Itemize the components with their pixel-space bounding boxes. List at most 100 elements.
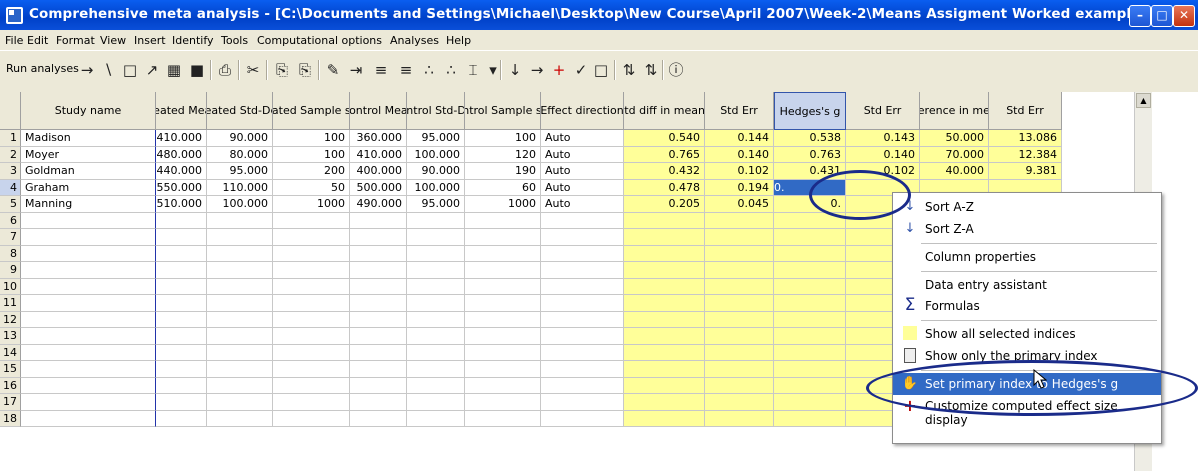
empty-cell[interactable]: [465, 361, 541, 378]
menu-help[interactable]: Help: [446, 34, 471, 47]
empty-cell[interactable]: [705, 311, 774, 328]
empty-cell[interactable]: [207, 328, 273, 345]
row-number[interactable]: 11: [0, 295, 21, 312]
empty-cell[interactable]: [156, 394, 207, 411]
row-number[interactable]: 6: [0, 212, 21, 229]
table-cell-control-mean[interactable]: 410.000: [350, 146, 407, 163]
column-header-control-sample-size[interactable]: Control Sample size: [465, 92, 541, 130]
empty-cell[interactable]: [774, 344, 846, 361]
empty-cell[interactable]: [350, 229, 407, 246]
empty-cell[interactable]: [207, 262, 273, 279]
column-header-treated-mean[interactable]: Treated Mean: [156, 92, 207, 130]
empty-cell[interactable]: [465, 328, 541, 345]
table-cell-treated-mean[interactable]: 440.000: [156, 163, 207, 180]
empty-cell[interactable]: [156, 262, 207, 279]
close-button[interactable]: ✕: [1173, 5, 1195, 27]
empty-cell[interactable]: [207, 212, 273, 229]
empty-cell[interactable]: [207, 311, 273, 328]
table-cell-std-err[interactable]: 13.086: [989, 130, 1062, 147]
table-cell-study-name[interactable]: Graham: [21, 179, 156, 196]
row-number[interactable]: 2: [0, 146, 21, 163]
empty-cell[interactable]: [774, 212, 846, 229]
menu-analyses[interactable]: Analyses: [390, 34, 439, 47]
column-header-effect-direction[interactable]: Effect direction: [541, 92, 624, 130]
check-icon[interactable]: ✓: [570, 59, 592, 81]
table-cell-control-mean[interactable]: 400.000: [350, 163, 407, 180]
table-cell-effect-direction[interactable]: Auto: [541, 130, 624, 147]
empty-cell[interactable]: [156, 212, 207, 229]
empty-cell[interactable]: [21, 245, 156, 262]
empty-cell[interactable]: [624, 311, 705, 328]
menu-item-set-primary-index[interactable]: ✋ Set primary index to Hedges's g: [893, 373, 1161, 395]
empty-cell[interactable]: [774, 245, 846, 262]
column-header-std-err[interactable]: Std Err: [989, 92, 1062, 130]
empty-cell[interactable]: [156, 410, 207, 427]
empty-cell[interactable]: [350, 394, 407, 411]
empty-cell[interactable]: [465, 295, 541, 312]
column-header-treated-std-dev[interactable]: Treated Std-Dev: [207, 92, 273, 130]
empty-cell[interactable]: [273, 278, 350, 295]
empty-cell[interactable]: [207, 278, 273, 295]
empty-cell[interactable]: [465, 229, 541, 246]
empty-cell[interactable]: [624, 262, 705, 279]
empty-cell[interactable]: [207, 295, 273, 312]
table-cell-std-err[interactable]: 0.143: [846, 130, 920, 147]
empty-cell[interactable]: [207, 410, 273, 427]
empty-cell[interactable]: [541, 394, 624, 411]
empty-cell[interactable]: [541, 311, 624, 328]
empty-cell[interactable]: [774, 311, 846, 328]
table-cell-difference-in-means[interactable]: 50.000: [920, 130, 989, 147]
empty-cell[interactable]: [273, 212, 350, 229]
empty-cell[interactable]: [774, 229, 846, 246]
row-number[interactable]: 16: [0, 377, 21, 394]
empty-cell[interactable]: [21, 410, 156, 427]
column-header-std-diff-in-means[interactable]: Std diff in means: [624, 92, 705, 130]
empty-cell[interactable]: [207, 344, 273, 361]
empty-cell[interactable]: [624, 278, 705, 295]
empty-cell[interactable]: [705, 212, 774, 229]
empty-cell[interactable]: [156, 229, 207, 246]
empty-cell[interactable]: [774, 328, 846, 345]
table-cell-std-err[interactable]: 0.102: [846, 163, 920, 180]
empty-cell[interactable]: [273, 311, 350, 328]
empty-cell[interactable]: [465, 344, 541, 361]
empty-cell[interactable]: [350, 212, 407, 229]
table-cell-control-sample-size[interactable]: 100: [465, 130, 541, 147]
empty-cell[interactable]: [705, 361, 774, 378]
empty-cell[interactable]: [207, 377, 273, 394]
empty-cell[interactable]: [207, 245, 273, 262]
empty-cell[interactable]: [407, 245, 465, 262]
menu-file[interactable]: File: [5, 34, 23, 47]
menu-item-show-all-selected-indices[interactable]: Show all selected indices: [893, 323, 1161, 345]
empty-cell[interactable]: [541, 229, 624, 246]
table-cell-study-name[interactable]: Goldman: [21, 163, 156, 180]
table-cell-std-err[interactable]: 9.381: [989, 163, 1062, 180]
table-cell-hedges-g[interactable]: 0.: [774, 179, 846, 196]
empty-cell[interactable]: [774, 361, 846, 378]
table-cell-control-sample-size[interactable]: 60: [465, 179, 541, 196]
table-cell-treated-sample-size[interactable]: 200: [273, 163, 350, 180]
table-cell-hedges-g[interactable]: 0.: [774, 196, 846, 213]
empty-cell[interactable]: [21, 344, 156, 361]
table-cell-treated-mean[interactable]: 510.000: [156, 196, 207, 213]
empty-cell[interactable]: [407, 361, 465, 378]
sort-descending-icon[interactable]: ⇅: [640, 59, 662, 81]
table-cell-std-err[interactable]: 0.045: [705, 196, 774, 213]
table-cell-treated-std-dev[interactable]: 110.000: [207, 179, 273, 196]
empty-cell[interactable]: [465, 245, 541, 262]
menu-item-show-only-primary-index[interactable]: Show only the primary index: [893, 345, 1161, 367]
empty-cell[interactable]: [705, 229, 774, 246]
empty-cell[interactable]: [705, 328, 774, 345]
empty-cell[interactable]: [350, 377, 407, 394]
table-cell-treated-sample-size[interactable]: 50: [273, 179, 350, 196]
empty-cell[interactable]: [705, 394, 774, 411]
table-cell-std-diff-in-means[interactable]: 0.765: [624, 146, 705, 163]
table-cell-control-std-dev[interactable]: 90.000: [407, 163, 465, 180]
empty-cell[interactable]: [541, 344, 624, 361]
empty-cell[interactable]: [350, 245, 407, 262]
cut-icon[interactable]: ✂: [242, 59, 264, 81]
empty-cell[interactable]: [774, 295, 846, 312]
empty-cell[interactable]: [407, 262, 465, 279]
table-cell-std-diff-in-means[interactable]: 0.478: [624, 179, 705, 196]
empty-cell[interactable]: [273, 344, 350, 361]
